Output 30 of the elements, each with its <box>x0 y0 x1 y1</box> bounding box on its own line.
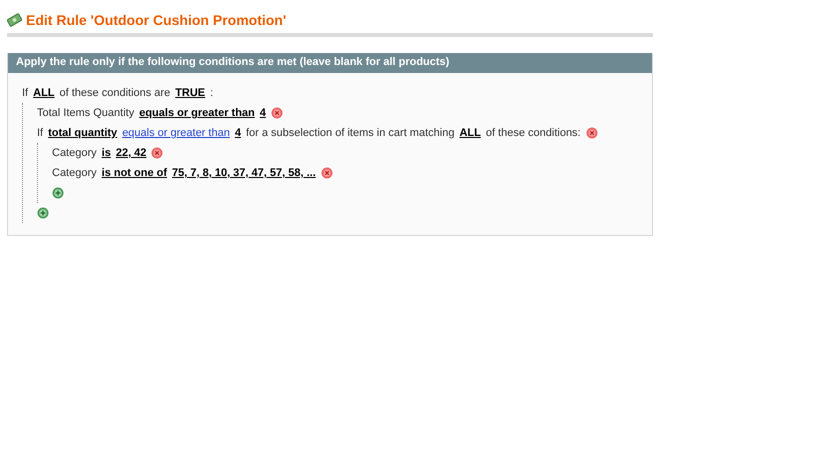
condition-value-link[interactable]: TRUE <box>175 87 206 99</box>
condition-text: of these conditions are <box>60 87 170 99</box>
condition-value-link[interactable]: equals or greater than <box>139 107 255 119</box>
add-icon[interactable] <box>37 207 49 219</box>
condition-text: Total Items Quantity <box>37 107 134 119</box>
condition-text: If <box>22 87 28 99</box>
condition-value-link[interactable]: 22, 42 <box>116 147 146 159</box>
condition-text: for a subselection of items in cart matching <box>246 127 454 139</box>
condition-value-link[interactable]: 4 <box>260 107 266 119</box>
condition-text: Category <box>52 147 97 159</box>
condition-value-link[interactable]: 4 <box>234 127 241 139</box>
condition-text: If <box>37 127 44 139</box>
condition-value-link[interactable]: total quantity <box>48 127 118 139</box>
condition-value-link[interactable]: is <box>102 147 111 159</box>
operator-link[interactable]: equals or greater than <box>122 127 230 139</box>
condition-value-link[interactable]: ALL <box>459 127 481 139</box>
condition-value-link[interactable]: ALL <box>33 87 55 99</box>
condition-text: Category <box>52 167 97 179</box>
condition-value-link[interactable]: 75, 7, 8, 10, 37, 47, 57, 58, ... <box>172 167 316 179</box>
money-icon <box>7 13 22 27</box>
page-title: Edit Rule 'Outdoor Cushion Promotion' <box>26 12 286 28</box>
condition-text: : <box>210 87 214 99</box>
panel-heading: Apply the rule only if the following conditions are met (leave blank for all products) <box>8 53 652 73</box>
add-icon[interactable] <box>52 187 64 199</box>
remove-icon[interactable] <box>151 147 164 159</box>
remove-icon[interactable] <box>270 107 283 119</box>
remove-icon[interactable] <box>586 127 598 139</box>
condition-text: of these conditions: <box>486 127 581 139</box>
remove-icon[interactable] <box>320 167 333 179</box>
condition-value-link[interactable]: is not one of <box>102 167 168 179</box>
